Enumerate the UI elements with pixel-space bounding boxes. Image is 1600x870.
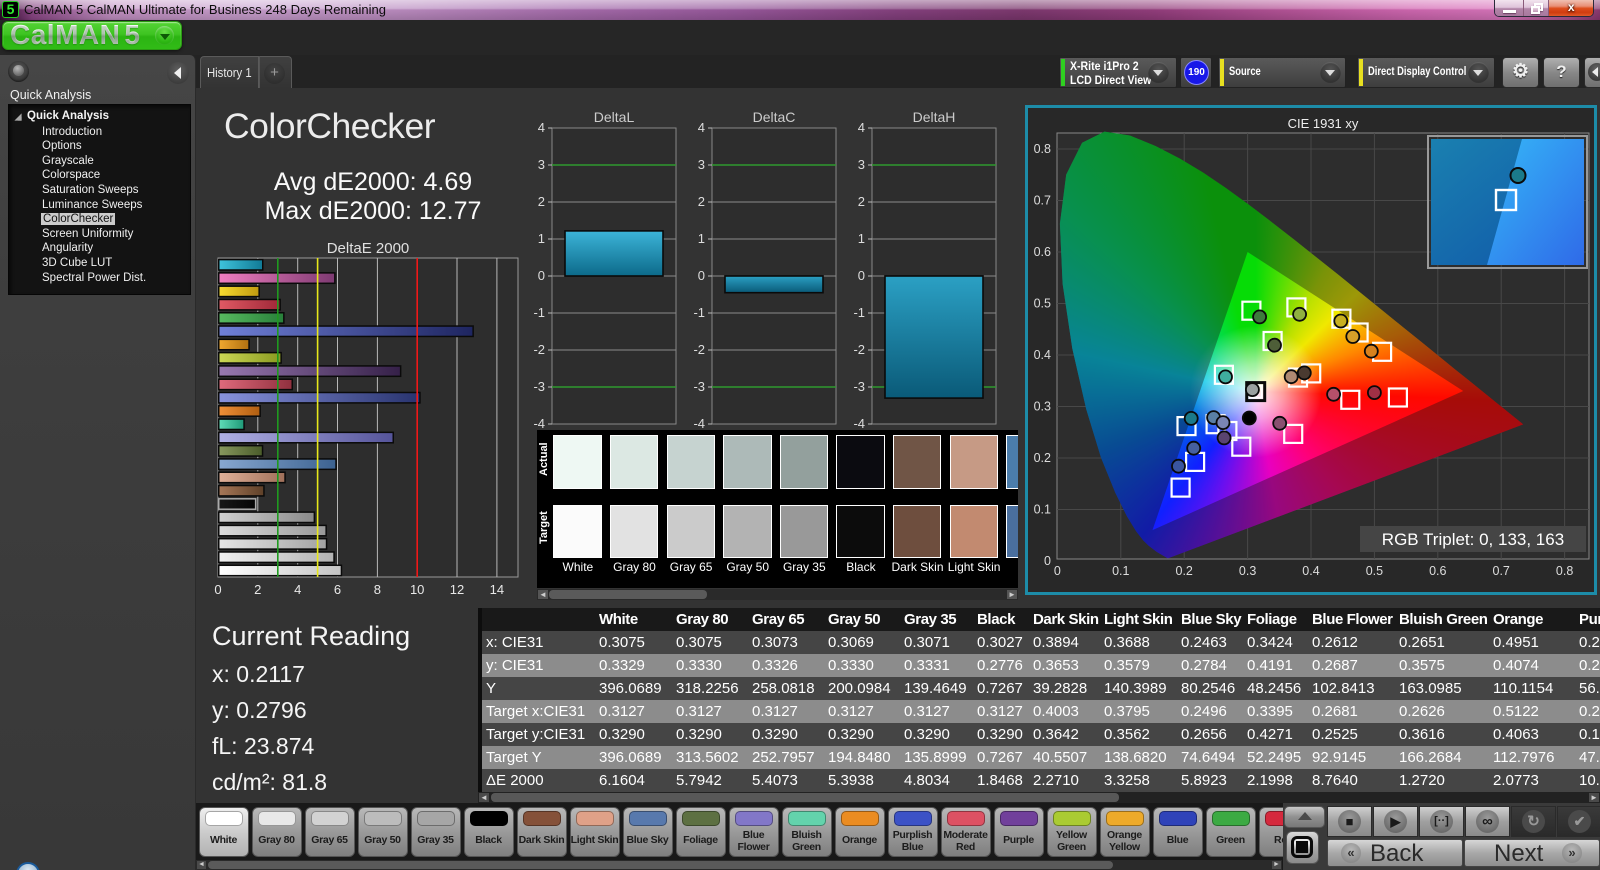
svg-text:-1: -1	[533, 305, 545, 320]
svg-text:4: 4	[294, 582, 301, 597]
svg-text:-4: -4	[853, 416, 865, 431]
svg-text:14: 14	[490, 582, 504, 597]
svg-text:DeltaL: DeltaL	[594, 109, 635, 125]
svg-text:2: 2	[538, 194, 545, 209]
svg-text:8: 8	[374, 582, 381, 597]
svg-text:DeltaH: DeltaH	[913, 109, 956, 125]
svg-text:-1: -1	[693, 305, 705, 320]
svg-text:-2: -2	[853, 342, 865, 357]
svg-text:1: 1	[698, 231, 705, 246]
svg-text:3: 3	[858, 157, 865, 172]
svg-text:0: 0	[698, 268, 705, 283]
svg-text:4: 4	[698, 120, 705, 135]
svg-text:-3: -3	[533, 379, 545, 394]
svg-text:2: 2	[698, 194, 705, 209]
svg-text:DeltaC: DeltaC	[753, 109, 796, 125]
svg-text:3: 3	[538, 157, 545, 172]
svg-text:-4: -4	[533, 416, 545, 431]
svg-text:10: 10	[410, 582, 424, 597]
svg-text:-2: -2	[533, 342, 545, 357]
svg-text:0: 0	[538, 268, 545, 283]
svg-text:2: 2	[858, 194, 865, 209]
svg-text:2: 2	[254, 582, 261, 597]
svg-text:-4: -4	[693, 416, 705, 431]
svg-text:4: 4	[858, 120, 865, 135]
svg-text:-1: -1	[853, 305, 865, 320]
svg-text:RGB Triplet: 0, 133, 163: RGB Triplet: 0, 133, 163	[1382, 530, 1564, 549]
svg-text:3: 3	[698, 157, 705, 172]
svg-text:-3: -3	[853, 379, 865, 394]
svg-text:1: 1	[538, 231, 545, 246]
svg-text:-2: -2	[693, 342, 705, 357]
svg-text:-3: -3	[693, 379, 705, 394]
svg-text:6: 6	[334, 582, 341, 597]
svg-text:1: 1	[858, 231, 865, 246]
svg-text:0: 0	[858, 268, 865, 283]
svg-text:0: 0	[214, 582, 221, 597]
svg-text:12: 12	[450, 582, 464, 597]
svg-text:4: 4	[538, 120, 545, 135]
